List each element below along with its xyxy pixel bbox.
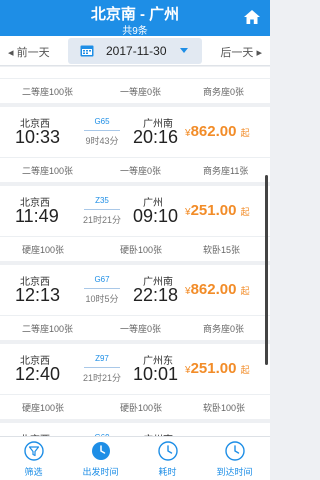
seat-availability: 商务座0张 — [203, 87, 245, 97]
price-suffix: 起 — [240, 128, 250, 138]
train-list[interactable]: 北京南10:008时1分广州南18:01¥862.00 起二等座100张一等座0… — [0, 67, 270, 436]
price-value: 251.00 — [190, 202, 237, 219]
departure-time: 10:33 — [15, 127, 61, 147]
result-count: 共9条 — [122, 26, 148, 37]
train-number: Z35 — [95, 196, 109, 205]
seat-availability: 硬座100张 — [22, 245, 65, 255]
departure-time: 12:13 — [15, 285, 61, 305]
train-card[interactable]: 北京西 12:13 G67 10时5分 广州南 22:18 ¥862.00 起二等座100张… — [0, 265, 270, 340]
seat-availability: 一等座0张 — [120, 166, 162, 176]
price-suffix: 起 — [240, 365, 250, 375]
train-list-screen: 北京南 - 广州 共9条 ◂ 前一天 2017-11-30 后一天 ▸ 北京南1… — [0, 0, 270, 480]
price-value: 251.00 — [190, 360, 237, 377]
price-value: 862.00 — [190, 281, 237, 298]
divider — [0, 236, 270, 237]
seat-availability: 硬卧100张 — [120, 403, 163, 413]
chevron-down-icon — [180, 48, 188, 53]
divider — [0, 157, 270, 158]
seat-availability: 软卧15张 — [203, 245, 241, 255]
travel-duration: 8时1分 — [70, 67, 134, 68]
scrollbar[interactable] — [265, 175, 268, 365]
filter-icon — [24, 441, 44, 461]
travel-duration: 9时43分 — [85, 136, 119, 146]
train-card[interactable]: 北京西 10:33 G65 9时43分 广州南 20:16 ¥862.00 起二等座100张… — [0, 107, 270, 182]
home-icon[interactable] — [242, 7, 262, 27]
divider — [0, 394, 270, 395]
price-suffix: 起 — [240, 286, 250, 296]
calendar-icon — [80, 45, 94, 57]
seat-availability: 硬座100张 — [22, 403, 65, 413]
seat-availability: 二等座100张 — [22, 324, 74, 334]
price-suffix: 起 — [240, 207, 250, 217]
tab-duration[interactable]: 耗时 — [134, 437, 201, 480]
departure-time: 10:00 — [15, 67, 60, 69]
prev-day-button[interactable]: ◂ 前一天 — [8, 44, 50, 60]
arrival-time: 09:10 — [133, 206, 179, 226]
ticket-price: ¥862.00 起 — [185, 281, 250, 298]
seat-availability: 商务座0张 — [203, 324, 245, 334]
departure-time: 11:49 — [15, 206, 59, 226]
train-number: Z97 — [95, 354, 109, 363]
tab-arrival-time-label: 到达时间 — [216, 467, 253, 477]
seat-availability: 硬卧100张 — [120, 245, 163, 255]
arrival-time: 22:18 — [133, 285, 179, 305]
tab-arrival-time[interactable]: 到达时间 — [201, 437, 268, 480]
departure-time: 12:40 — [15, 364, 61, 384]
train-card[interactable]: 北京西13:07G69广州南¥862.00 起 — [0, 423, 270, 436]
tab-departure-time[interactable]: 出发时间 — [67, 437, 134, 480]
tab-departure-time-label: 出发时间 — [82, 467, 119, 477]
train-card[interactable]: 北京南10:008时1分广州南18:01¥862.00 起二等座100张一等座0… — [0, 67, 270, 103]
price-value: 862.00 — [190, 123, 237, 140]
arrival-time: 20:16 — [133, 127, 179, 147]
seat-availability: 一等座0张 — [120, 324, 162, 334]
divider — [0, 315, 270, 316]
ticket-price: ¥251.00 起 — [185, 360, 250, 377]
train-card[interactable]: 北京西 12:40 Z97 21时21分 广州东 10:01 ¥251.00 起硬座100张… — [0, 344, 270, 419]
bottom-tab-bar: 筛选 出发时间 耗时 到达时间 — [0, 436, 270, 480]
route-line — [84, 209, 120, 210]
seat-availability: 二等座100张 — [22, 87, 74, 97]
ticket-price: ¥862.00 起 — [185, 123, 250, 140]
tab-filter-label: 筛选 — [24, 467, 43, 477]
seat-availability: 软卧100张 — [203, 403, 246, 413]
duration-clock-icon — [158, 441, 178, 461]
arrival-time: 10:01 — [133, 364, 179, 384]
route-title: 北京南 - 广州 — [90, 6, 180, 23]
seat-availability: 商务座11张 — [203, 166, 249, 176]
route-line — [84, 288, 120, 289]
train-number: G67 — [94, 275, 110, 284]
route-line — [84, 367, 120, 368]
ticket-price: ¥251.00 起 — [185, 202, 250, 219]
travel-duration: 21时21分 — [82, 373, 122, 383]
selected-date: 2017-11-30 — [106, 44, 167, 58]
date-bar: ◂ 前一天 2017-11-30 后一天 ▸ — [0, 36, 270, 66]
train-card[interactable]: 北京西 11:49 Z35 21时21分 广州 09:10 ¥251.00 起硬座100张硬… — [0, 186, 270, 261]
tab-filter[interactable]: 筛选 — [0, 437, 67, 480]
divider — [0, 78, 270, 79]
date-picker[interactable]: 2017-11-30 — [68, 38, 202, 64]
travel-duration: 10时5分 — [85, 294, 119, 304]
seat-availability: 二等座100张 — [22, 166, 74, 176]
seat-availability: 一等座0张 — [120, 87, 162, 97]
arrival-time: 18:01 — [133, 67, 178, 69]
departure-time-icon — [92, 442, 110, 460]
train-number: G65 — [94, 117, 110, 126]
tab-duration-label: 耗时 — [158, 467, 177, 477]
travel-duration: 21时21分 — [82, 215, 122, 225]
arrival-time-icon — [225, 441, 245, 461]
header-bar: 北京南 - 广州 共9条 — [0, 0, 270, 37]
next-day-button[interactable]: 后一天 ▸ — [220, 44, 262, 60]
route-line — [84, 130, 120, 131]
